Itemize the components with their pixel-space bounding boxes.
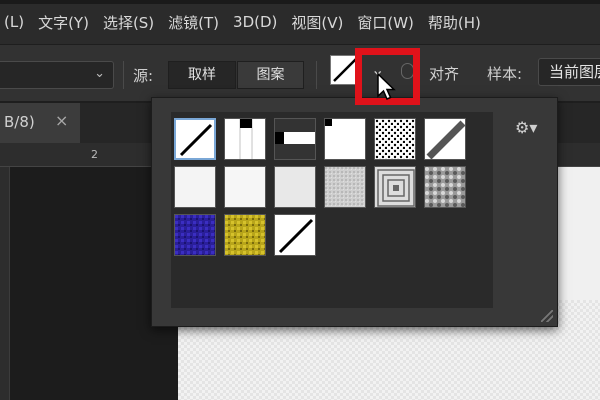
sample-label: 样本: [487, 65, 523, 83]
ruler-label: 2 [91, 148, 98, 161]
menu-item-layer[interactable]: (L) [4, 13, 24, 31]
horizontal-bar-pattern-icon [275, 119, 315, 159]
vertical-bar-pattern-icon [225, 119, 265, 159]
menu-item-window[interactable]: 窗口(W) [357, 12, 414, 33]
resize-grip-icon[interactable] [541, 310, 553, 322]
document-tab-title: B/8) [4, 113, 35, 131]
canvas-document[interactable] [556, 167, 600, 300]
blue-texture-pattern-icon [175, 215, 215, 255]
vertical-ruler [0, 167, 10, 400]
pattern-source-button[interactable]: 图案 [237, 61, 304, 89]
menu-bar: (L) 文字(Y) 选择(S) 滤镜(T) 3D(D) 视图(V) 窗口(W) … [0, 0, 600, 44]
menu-item-select[interactable]: 选择(S) [103, 12, 154, 33]
pattern-tile-concentric-squares[interactable] [374, 166, 416, 208]
menu-item-3d[interactable]: 3D(D) [233, 13, 277, 31]
pattern-tile-corner-black[interactable] [324, 118, 366, 160]
concentric-squares-pattern-icon [375, 167, 415, 207]
menu-item-filter[interactable]: 滤镜(T) [168, 12, 219, 33]
menu-item-type[interactable]: 文字(Y) [38, 12, 89, 33]
diagonal-line-pattern-icon [275, 215, 315, 255]
source-label: 源: [133, 67, 154, 85]
tool-preset-dropdown[interactable]: ⌄ [0, 61, 114, 89]
pattern-tile-diagonal-line[interactable] [174, 118, 216, 160]
chevron-down-icon: ⌄ [94, 66, 105, 81]
noise-gray-pattern-icon [325, 167, 365, 207]
stone-texture-pattern-icon [425, 167, 465, 207]
light-gray-pattern-icon [175, 167, 215, 207]
pattern-tile-light-gray-2[interactable] [224, 166, 266, 208]
pattern-tile-thick-diagonal[interactable] [424, 118, 466, 160]
pattern-tile-horizontal-bar[interactable] [274, 118, 316, 160]
diagonal-line-pattern-icon [176, 120, 214, 158]
pattern-tile-light-gray-1[interactable] [174, 166, 216, 208]
light-gray-pattern-icon [225, 167, 265, 207]
menu-item-help[interactable]: 帮助(H) [428, 12, 481, 33]
pattern-tile-light-gray-3[interactable] [274, 166, 316, 208]
divider [123, 61, 124, 89]
pattern-tile-dots[interactable] [374, 118, 416, 160]
dots-pattern-icon [375, 119, 415, 159]
light-gray-pattern-icon [275, 167, 315, 207]
thick-diagonal-pattern-icon [425, 119, 465, 159]
pattern-tile-noise-gray[interactable] [324, 166, 366, 208]
close-icon[interactable]: × [55, 111, 68, 130]
cursor-arrow-icon [377, 72, 396, 100]
gear-icon[interactable]: ⚙▾ [515, 118, 537, 137]
sampled-source-button[interactable]: 取样 [168, 61, 236, 89]
pattern-tile-yellow-texture[interactable] [224, 214, 266, 256]
pattern-tile-blue-texture[interactable] [174, 214, 216, 256]
pattern-tile-diagonal-line-2[interactable] [274, 214, 316, 256]
align-label: 对齐 [429, 65, 460, 83]
sample-dropdown[interactable]: 当前图层 [538, 58, 600, 86]
corner-black-pattern-icon [325, 119, 365, 159]
pattern-tile-vertical-bar[interactable] [224, 118, 266, 160]
pattern-tile-stone-texture[interactable] [424, 166, 466, 208]
menu-item-view[interactable]: 视图(V) [291, 12, 343, 33]
divider [316, 61, 317, 89]
yellow-texture-pattern-icon [225, 215, 265, 255]
document-tab[interactable]: B/8) × [0, 103, 80, 143]
